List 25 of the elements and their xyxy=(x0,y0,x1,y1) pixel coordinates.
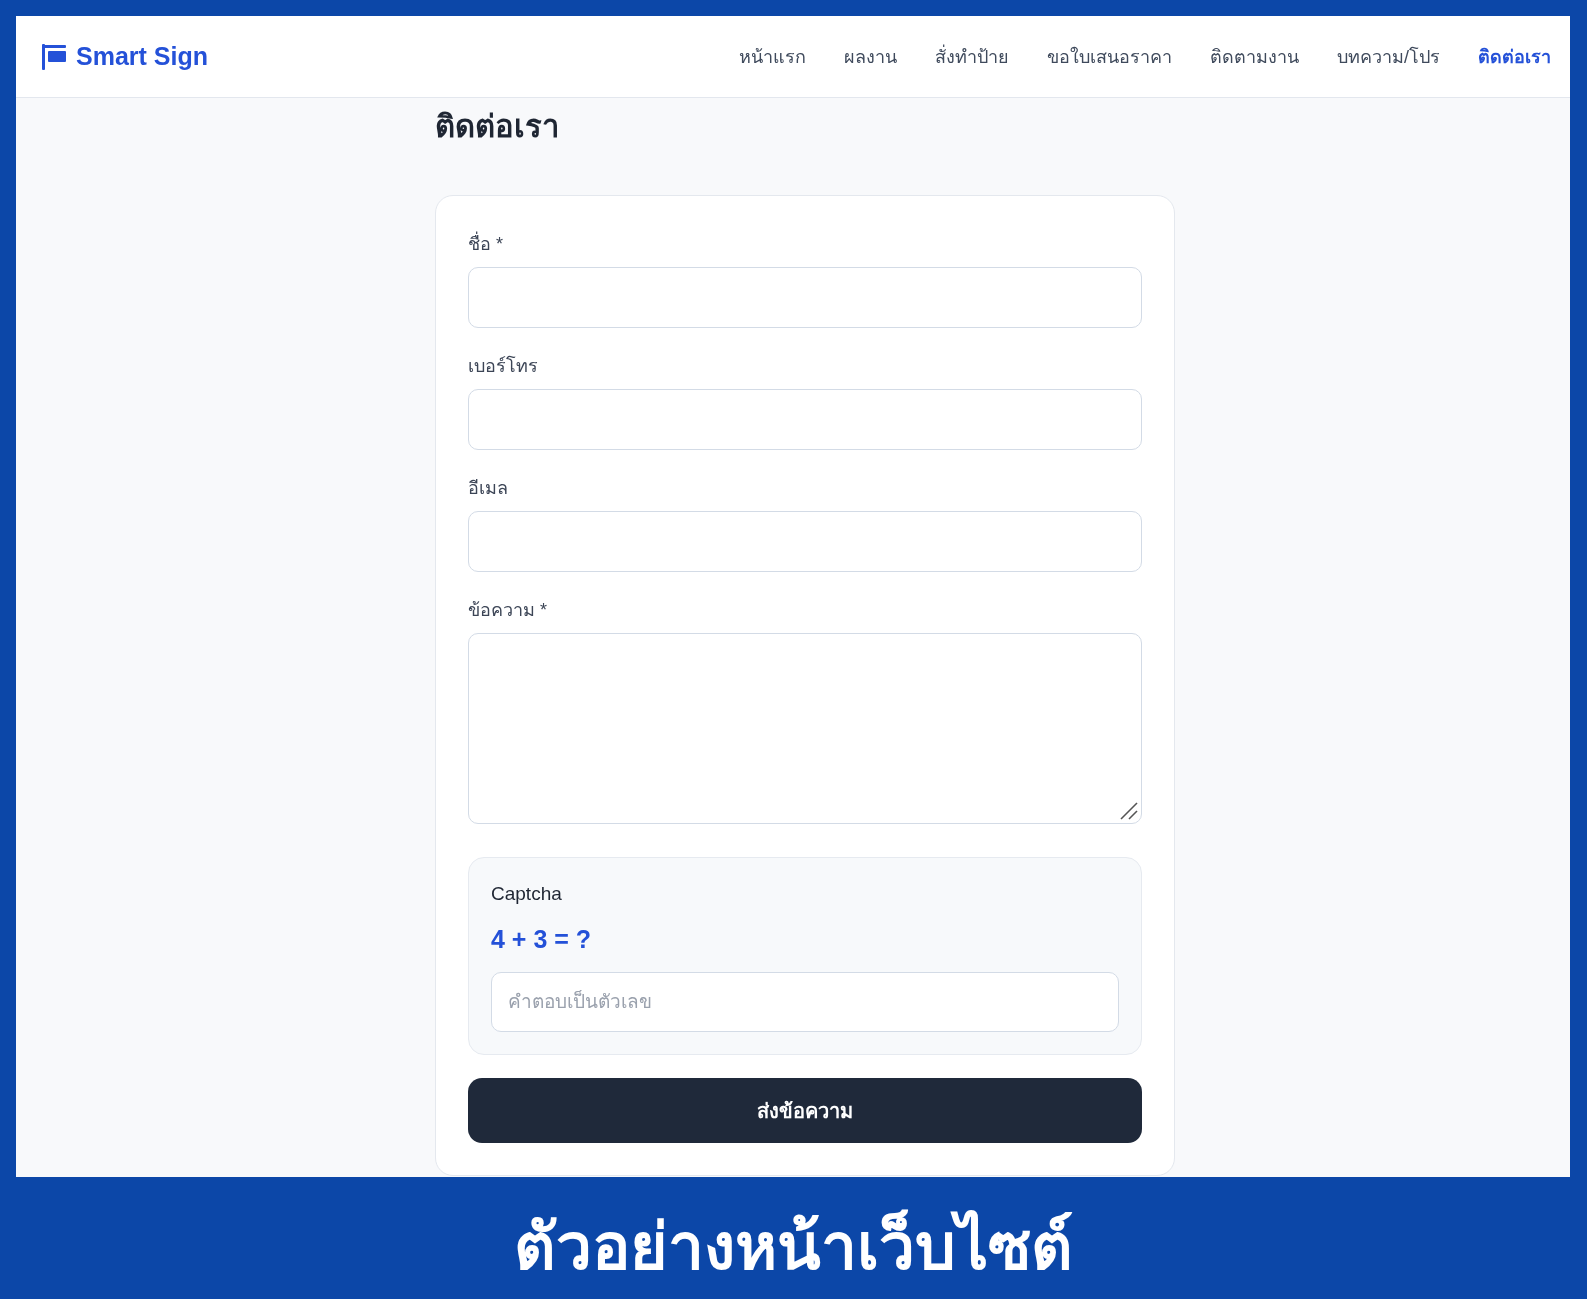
flag-icon xyxy=(41,43,67,70)
nav-link[interactable]: สั่งทำป้าย xyxy=(935,42,1009,71)
field-label: เบอร์โทร xyxy=(468,354,538,378)
banner-text: ตัวอย่างหน้าเว็บไซต์ xyxy=(513,1208,1073,1285)
captcha-question: 4 + 3 = ? xyxy=(491,924,592,954)
nav-link[interactable]: ขอใบเสนอราคา xyxy=(1047,42,1172,71)
nav-link[interactable]: ติดต่อเรา xyxy=(1478,42,1551,71)
message-field[interactable] xyxy=(468,633,1142,824)
nav-link[interactable]: ติดตามงาน xyxy=(1210,42,1299,71)
input-field[interactable] xyxy=(468,389,1142,450)
field-label: ข้อความ * xyxy=(468,599,547,622)
captcha-title: Captcha xyxy=(491,882,562,906)
field-label: อีเมล xyxy=(468,477,508,500)
nav-link[interactable]: บทความ/โปร xyxy=(1337,42,1440,71)
page-title: ติดต่อเรา xyxy=(435,108,559,146)
captcha-answer-field[interactable]: คำตอบเป็นตัวเลข xyxy=(491,972,1119,1032)
nav-link[interactable]: หน้าแรก xyxy=(739,42,806,71)
nav-link[interactable]: ผลงาน xyxy=(844,42,897,71)
field-label: ชื่อ * xyxy=(468,232,503,256)
resize-grip-icon[interactable] xyxy=(1119,801,1139,821)
submit-button[interactable]: ส่งข้อความ xyxy=(468,1078,1142,1143)
input-field[interactable] xyxy=(468,511,1142,572)
logo-text: Smart Sign xyxy=(76,42,208,71)
site-logo[interactable]: Smart Sign xyxy=(41,42,208,71)
input-field[interactable] xyxy=(468,267,1142,328)
